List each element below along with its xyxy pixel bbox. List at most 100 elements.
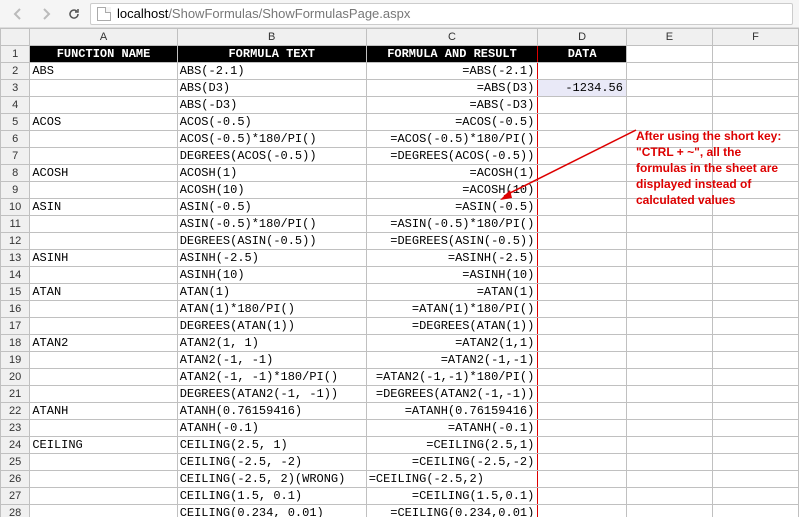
cell[interactable] bbox=[712, 420, 798, 437]
cell[interactable] bbox=[538, 63, 627, 80]
cell[interactable] bbox=[538, 250, 627, 267]
cell[interactable]: =ATANH(-0.1) bbox=[366, 420, 538, 437]
cell[interactable]: =ATAN2(-1,-1)*180/PI() bbox=[366, 369, 538, 386]
cell[interactable]: DATA bbox=[538, 46, 627, 63]
cell[interactable]: CEILING bbox=[30, 437, 177, 454]
cell[interactable]: =ASIN(-0.5) bbox=[366, 199, 538, 216]
cell[interactable]: =DEGREES(ACOS(-0.5)) bbox=[366, 148, 538, 165]
cell[interactable] bbox=[626, 301, 712, 318]
cell[interactable] bbox=[538, 352, 627, 369]
cell[interactable] bbox=[712, 386, 798, 403]
cell[interactable] bbox=[30, 267, 177, 284]
cell[interactable] bbox=[538, 301, 627, 318]
row-header[interactable]: 2 bbox=[1, 63, 30, 80]
cell[interactable]: ASIN(-0.5) bbox=[177, 199, 366, 216]
cell[interactable] bbox=[712, 182, 798, 199]
cell[interactable] bbox=[30, 386, 177, 403]
cell[interactable]: ATAN(1) bbox=[177, 284, 366, 301]
cell[interactable] bbox=[626, 165, 712, 182]
cell[interactable] bbox=[626, 63, 712, 80]
row-header[interactable]: 9 bbox=[1, 182, 30, 199]
cell[interactable] bbox=[626, 318, 712, 335]
cell[interactable]: =ACOS(-0.5)*180/PI() bbox=[366, 131, 538, 148]
cell[interactable] bbox=[626, 471, 712, 488]
cell[interactable] bbox=[538, 267, 627, 284]
cell[interactable] bbox=[626, 131, 712, 148]
cell[interactable] bbox=[626, 114, 712, 131]
cell[interactable] bbox=[626, 437, 712, 454]
cell[interactable] bbox=[538, 369, 627, 386]
cell[interactable]: =ASIN(-0.5)*180/PI() bbox=[366, 216, 538, 233]
cell[interactable] bbox=[712, 131, 798, 148]
cell[interactable] bbox=[712, 46, 798, 63]
cell[interactable]: DEGREES(ACOS(-0.5)) bbox=[177, 148, 366, 165]
row-header[interactable]: 7 bbox=[1, 148, 30, 165]
cell[interactable]: ASIN bbox=[30, 199, 177, 216]
row-header[interactable]: 24 bbox=[1, 437, 30, 454]
cell[interactable] bbox=[626, 267, 712, 284]
cell[interactable]: =ATAN(1) bbox=[366, 284, 538, 301]
cell[interactable] bbox=[712, 148, 798, 165]
cell[interactable] bbox=[626, 454, 712, 471]
cell[interactable] bbox=[30, 471, 177, 488]
cell[interactable]: =ASINH(-2.5) bbox=[366, 250, 538, 267]
cell[interactable]: =ATAN2(-1,-1) bbox=[366, 352, 538, 369]
cell[interactable] bbox=[712, 335, 798, 352]
row-header[interactable]: 8 bbox=[1, 165, 30, 182]
cell[interactable] bbox=[538, 318, 627, 335]
cell[interactable] bbox=[712, 97, 798, 114]
cell[interactable]: FUNCTION NAME bbox=[30, 46, 177, 63]
row-header[interactable]: 25 bbox=[1, 454, 30, 471]
cell[interactable]: FORMULA AND RESULT bbox=[366, 46, 538, 63]
row-header[interactable]: 5 bbox=[1, 114, 30, 131]
row-header[interactable]: 1 bbox=[1, 46, 30, 63]
row-header[interactable]: 15 bbox=[1, 284, 30, 301]
cell[interactable]: ATANH bbox=[30, 403, 177, 420]
cell[interactable] bbox=[30, 488, 177, 505]
cell[interactable]: ATAN2(-1, -1) bbox=[177, 352, 366, 369]
cell[interactable]: =ATAN2(1,1) bbox=[366, 335, 538, 352]
cell[interactable] bbox=[712, 471, 798, 488]
cell[interactable] bbox=[626, 386, 712, 403]
cell[interactable]: =DEGREES(ASIN(-0.5)) bbox=[366, 233, 538, 250]
cell[interactable]: ATANH(-0.1) bbox=[177, 420, 366, 437]
cell[interactable] bbox=[538, 454, 627, 471]
row-header[interactable]: 21 bbox=[1, 386, 30, 403]
cell[interactable]: =CEILING(2.5,1) bbox=[366, 437, 538, 454]
cell[interactable] bbox=[626, 97, 712, 114]
cell[interactable] bbox=[626, 182, 712, 199]
cell[interactable]: -1234.56 bbox=[538, 80, 627, 97]
cell[interactable]: ACOSH(1) bbox=[177, 165, 366, 182]
row-header[interactable]: 17 bbox=[1, 318, 30, 335]
cell[interactable] bbox=[712, 114, 798, 131]
cell[interactable] bbox=[30, 233, 177, 250]
cell[interactable]: =ABS(-2.1) bbox=[366, 63, 538, 80]
cell[interactable]: =CEILING(0.234,0.01) bbox=[366, 505, 538, 517]
cell[interactable] bbox=[626, 488, 712, 505]
cell[interactable]: =DEGREES(ATAN2(-1,-1)) bbox=[366, 386, 538, 403]
cell[interactable]: =ACOSH(1) bbox=[366, 165, 538, 182]
cell[interactable] bbox=[538, 233, 627, 250]
cell[interactable] bbox=[626, 80, 712, 97]
row-header[interactable]: 14 bbox=[1, 267, 30, 284]
cell[interactable] bbox=[626, 233, 712, 250]
cell[interactable]: CEILING(0.234, 0.01) bbox=[177, 505, 366, 517]
cell[interactable] bbox=[538, 165, 627, 182]
row-header[interactable]: 4 bbox=[1, 97, 30, 114]
cell[interactable] bbox=[538, 488, 627, 505]
cell[interactable] bbox=[30, 505, 177, 517]
cell[interactable]: CEILING(-2.5, -2) bbox=[177, 454, 366, 471]
cell[interactable] bbox=[30, 352, 177, 369]
cell[interactable] bbox=[538, 403, 627, 420]
cell[interactable] bbox=[712, 369, 798, 386]
cell[interactable] bbox=[626, 352, 712, 369]
cell[interactable]: =ASINH(10) bbox=[366, 267, 538, 284]
cell[interactable] bbox=[712, 437, 798, 454]
col-header-D[interactable]: D bbox=[538, 29, 627, 46]
cell[interactable] bbox=[30, 97, 177, 114]
cell[interactable] bbox=[538, 114, 627, 131]
col-header-A[interactable]: A bbox=[30, 29, 177, 46]
cell[interactable] bbox=[712, 216, 798, 233]
cell[interactable]: DEGREES(ATAN2(-1, -1)) bbox=[177, 386, 366, 403]
cell[interactable] bbox=[712, 233, 798, 250]
